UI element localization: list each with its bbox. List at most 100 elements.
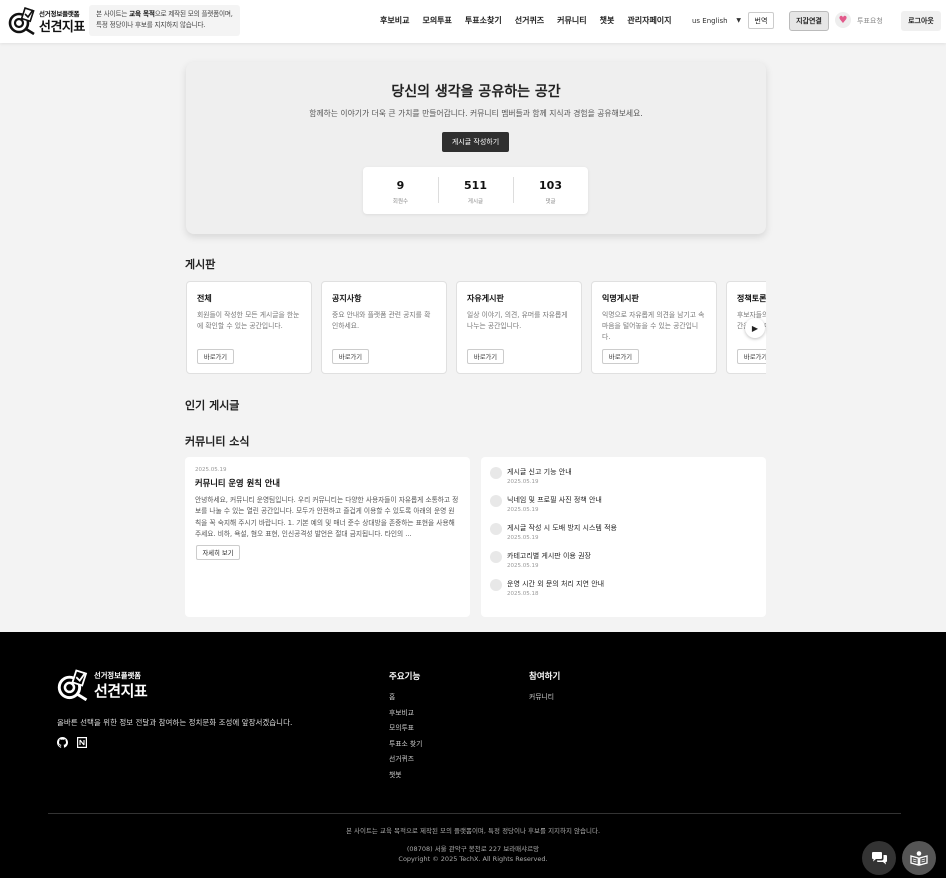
board-desc: 익명으로 자유롭게 의견을 남기고 속마음을 털어놓을 수 있는 공간입니다.	[602, 311, 705, 341]
stat-value: 103	[539, 179, 562, 192]
stat-value: 511	[464, 179, 487, 192]
notion-icon[interactable]	[76, 737, 87, 748]
footer-link-quiz[interactable]: 선거퀴즈	[389, 752, 422, 768]
footer-col-participate: 참여하기 커뮤니티	[529, 670, 560, 706]
nav-admin[interactable]: 관리자페이지	[627, 15, 671, 26]
boards-carousel: 전체 회원들이 작성한 모든 게시글을 한눈에 확인할 수 있는 공간입니다. …	[186, 280, 766, 375]
site-logo[interactable]: 선거정보플랫폼 선견지표	[8, 5, 86, 35]
stat-posts: 511 게시글	[438, 167, 513, 214]
board-go-button[interactable]: 바로가기	[197, 349, 234, 364]
board-desc: 중요 안내와 플랫폼 관련 공지를 확인하세요.	[332, 311, 431, 330]
board-desc: 일상 이야기, 의견, 유머를 자유롭게 나누는 공간입니다.	[467, 311, 568, 330]
news-item-date: 2025.05.18	[507, 591, 539, 597]
board-go-button[interactable]: 바로가기	[602, 349, 639, 364]
hero-subtitle: 함께하는 이야기가 더욱 큰 가치를 만들어갑니다. 커뮤니티 멤버들과 함께 …	[309, 109, 643, 118]
list-item[interactable]: 게시글 신고 기능 안내 2025.05.19	[490, 465, 750, 489]
footer-tagline: 올바른 선택을 위한 정보 전달과 참여하는 정치문화 조성에 앞장서겠습니다.	[57, 718, 293, 727]
footer-link-community[interactable]: 커뮤니티	[529, 690, 560, 706]
list-item[interactable]: 닉네임 및 프로필 사진 정책 안내 2025.05.19	[490, 493, 750, 517]
board-go-button[interactable]: 바로가기	[467, 349, 504, 364]
board-card-all[interactable]: 전체 회원들이 작성한 모든 게시글을 한눈에 확인할 수 있는 공간입니다. …	[186, 281, 312, 374]
footer-logo[interactable]: 선거정보플랫폼 선견지표	[56, 667, 148, 701]
nav-mock-vote[interactable]: 모의투표	[422, 15, 451, 26]
news-item-title: 운영 시간 외 문의 처리 지연 안내	[507, 580, 605, 588]
news-item-title: 게시글 작성 시 도배 방지 시스템 적용	[507, 524, 617, 532]
carousel-next-icon[interactable]: ▶	[745, 318, 765, 338]
notice-prefix: 본 사이트는	[96, 10, 130, 18]
connect-wallet-button[interactable]: 지갑연결	[789, 11, 829, 31]
logout-button[interactable]: 로그아웃	[901, 11, 941, 31]
translate-button[interactable]: 번역	[748, 12, 774, 29]
news-title: 커뮤니티 운영 원칙 안내	[195, 478, 280, 488]
list-item[interactable]: 게시글 작성 시 도배 방지 시스템 적용 2025.05.19	[490, 521, 750, 545]
footer-link-chatbot[interactable]: 챗봇	[389, 768, 422, 784]
write-post-button[interactable]: 게시글 작성하기	[442, 132, 509, 152]
bullet-icon	[490, 551, 502, 563]
vote-request-link[interactable]: 투표요청	[857, 16, 883, 26]
site-footer: 선거정보플랫폼 선견지표 올바른 선택을 위한 정보 전달과 참여하는 정치문화…	[0, 632, 946, 878]
footer-social-links	[57, 737, 87, 748]
featured-news-card[interactable]: 2025.05.19 커뮤니티 운영 원칙 안내 안녕하세요, 커뮤니티 운영팀…	[185, 457, 470, 617]
nav-candidate-compare[interactable]: 후보비교	[380, 15, 409, 26]
news-section-title: 커뮤니티 소식	[185, 435, 250, 448]
hero-panel: 당신의 생각을 공유하는 공간 함께하는 이야기가 더욱 큰 가치를 만들어갑니…	[186, 62, 766, 234]
language-select[interactable]: us English ▼	[689, 13, 744, 29]
language-value: us English	[692, 17, 728, 25]
stat-members: 9 회원수	[363, 167, 438, 214]
footer-link-compare[interactable]: 후보비교	[389, 706, 422, 722]
chat-float-button[interactable]	[862, 841, 896, 875]
community-stats: 9 회원수 511 게시글 103 댓글	[363, 167, 588, 214]
footer-col-features: 주요기능 홈 후보비교 모의투표 투표소 찾기 선거퀴즈 챗봇	[389, 670, 422, 783]
board-card-notice[interactable]: 공지사항 중요 안내와 플랫폼 관련 공지를 확인하세요. 바로가기	[321, 281, 447, 374]
chat-bubbles-icon	[871, 851, 887, 864]
footer-address: (08708) 서울 관악구 봉천로 227 보라매샤르망	[406, 845, 540, 853]
stat-label: 게시글	[467, 199, 484, 205]
footer-link-mock-vote[interactable]: 모의투표	[389, 721, 422, 737]
board-card-anonymous[interactable]: 익명게시판 익명으로 자유롭게 의견을 남기고 속마음을 털어놓을 수 있는 공…	[591, 281, 717, 374]
github-icon[interactable]	[57, 737, 68, 748]
chevron-down-icon: ▼	[736, 17, 741, 24]
board-go-button[interactable]: 바로가기	[737, 349, 766, 364]
nav-chatbot[interactable]: 챗봇	[600, 15, 615, 26]
list-item[interactable]: 카테고리별 게시판 이용 권장 2025.05.19	[490, 549, 750, 573]
heart-icon[interactable]: ♥	[835, 12, 851, 28]
bullet-icon	[490, 495, 502, 507]
stat-comments: 103 댓글	[513, 167, 588, 214]
logo-mark-icon	[57, 669, 88, 701]
board-name: 전체	[197, 294, 212, 303]
nav-election-quiz[interactable]: 선거퀴즈	[515, 15, 544, 26]
footer-link-home[interactable]: 홈	[389, 690, 422, 706]
news-item-date: 2025.05.19	[507, 563, 539, 569]
news-item-title: 닉네임 및 프로필 사진 정책 안내	[507, 496, 602, 504]
footer-copyright: Copyright © 2025 TechX. All Rights Reser…	[398, 855, 548, 863]
top-header: 선거정보플랫폼 선견지표 본 사이트는 교육 목적으로 제작된 모의 플랫폼이며…	[0, 0, 946, 43]
footer-logo-title: 선견지표	[94, 682, 148, 700]
news-date: 2025.05.19	[195, 467, 227, 473]
logo-title: 선견지표	[39, 20, 85, 35]
logo-mark-icon	[8, 7, 35, 35]
news-list: 게시글 신고 기능 안내 2025.05.19 닉네임 및 프로필 사진 정책 …	[481, 457, 766, 617]
read-more-button[interactable]: 자세히 보기	[196, 545, 240, 560]
stat-label: 회원수	[392, 199, 409, 205]
bullet-icon	[490, 467, 502, 479]
board-desc: 회원들이 작성한 모든 게시글을 한눈에 확인할 수 있는 공간입니다.	[197, 311, 300, 330]
stat-value: 9	[396, 179, 405, 192]
nav-polling-place[interactable]: 투표소찾기	[465, 15, 502, 26]
nav-community[interactable]: 커뮤니티	[557, 15, 586, 26]
news-item-date: 2025.05.19	[507, 507, 539, 513]
stat-label: 댓글	[545, 199, 556, 205]
footer-col-title: 주요기능	[389, 672, 421, 682]
board-name: 자유게시판	[467, 294, 504, 303]
bullet-icon	[490, 579, 502, 591]
guide-float-button[interactable]	[902, 841, 936, 875]
news-item-date: 2025.05.19	[507, 535, 539, 541]
footer-link-polling[interactable]: 투표소 찾기	[389, 737, 422, 753]
board-card-free[interactable]: 자유게시판 일상 이야기, 의견, 유머를 자유롭게 나누는 공간입니다. 바로…	[456, 281, 582, 374]
hero-title: 당신의 생각을 공유하는 공간	[391, 84, 561, 100]
notice-bold: 교육 목적	[129, 10, 155, 18]
list-item[interactable]: 운영 시간 외 문의 처리 지연 안내 2025.05.18	[490, 577, 750, 601]
disclaimer-notice: 본 사이트는 교육 목적으로 제작된 모의 플랫폼이며, 특정 정당이나 후보를…	[89, 5, 240, 36]
bullet-icon	[490, 523, 502, 535]
book-reader-icon	[910, 851, 928, 866]
board-go-button[interactable]: 바로가기	[332, 349, 369, 364]
